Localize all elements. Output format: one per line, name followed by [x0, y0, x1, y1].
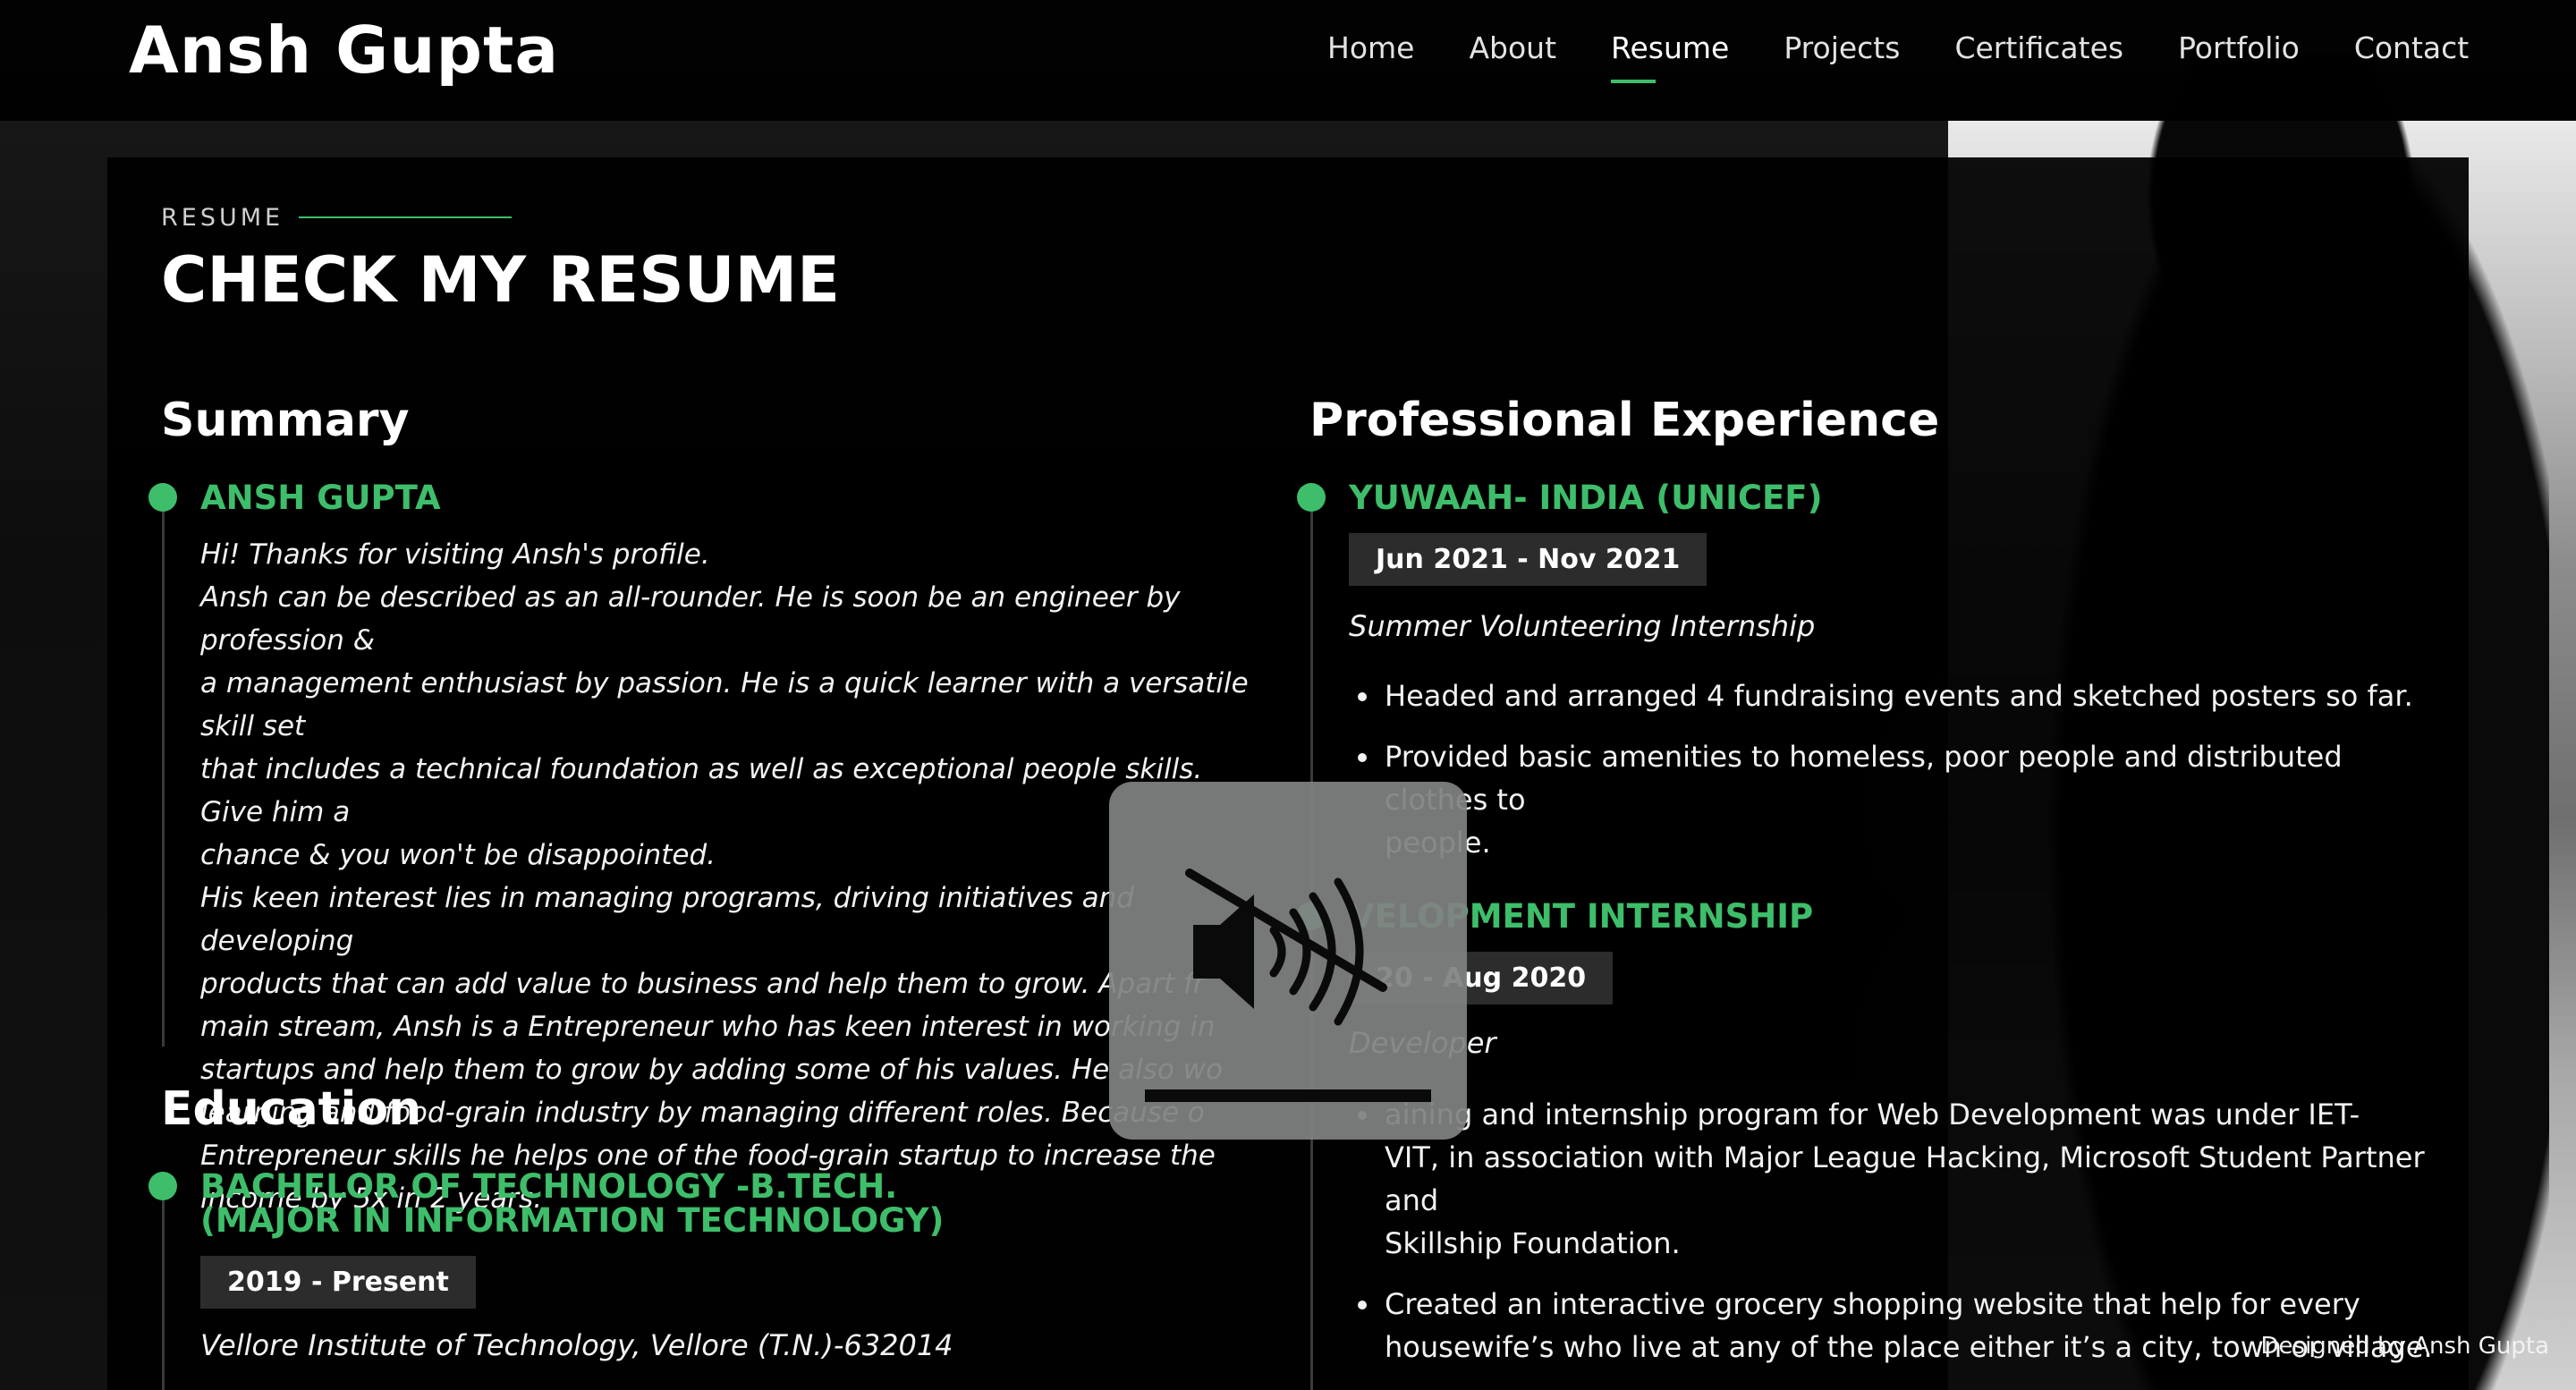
education-date-badge: 2019 - Present [200, 1256, 476, 1309]
experience-date-badge: Jun 2021 - Nov 2021 [1349, 533, 1707, 586]
experience-title: YUWAAH- INDIA (UNICEF) [1349, 479, 1823, 517]
nav-contact[interactable]: Contact [2354, 30, 2469, 65]
education-timeline [162, 1186, 165, 1390]
bullet-item: Provided basic amenities to homeless, po… [1358, 735, 2449, 864]
bullet-line: Provided basic amenities to homeless, po… [1385, 740, 2343, 817]
summary-line: Ansh can be described as an all-rounder.… [200, 581, 1181, 657]
summary-line: Hi! Thanks for visiting Ansh's profile. [200, 538, 710, 571]
nav-portfolio[interactable]: Portfolio [2178, 30, 2300, 65]
main-nav: Home About Resume Projects Certificates … [1327, 30, 2523, 83]
experience-role: Summer Volunteering Internship [1349, 609, 1816, 643]
education-institution: Vellore Institute of Technology, Vellore… [200, 1328, 953, 1362]
eyebrow-divider [299, 216, 512, 218]
nav-about[interactable]: About [1469, 30, 1556, 65]
education-heading: Education [161, 1082, 422, 1136]
bullet-item: aining and internship program for Web De… [1358, 1093, 2467, 1265]
site-header: Ansh Gupta Home About Resume Projects Ce… [0, 0, 2576, 121]
summary-name: ANSH GUPTA [200, 479, 441, 517]
site-logo[interactable]: Ansh Gupta [129, 13, 559, 88]
volume-level-bar [1145, 1089, 1431, 1102]
summary-timeline [162, 497, 165, 1047]
bullet-item: Headed and arranged 4 fundraising events… [1358, 674, 2449, 717]
bullet-line: Skillship Foundation. [1385, 1226, 1681, 1260]
nav-resume[interactable]: Resume [1611, 30, 1729, 83]
bullet-line: VIT, in association with Major League Ha… [1385, 1140, 2425, 1217]
page-title: CHECK MY RESUME [161, 243, 840, 317]
bullet-line: Created an interactive grocery shopping … [1385, 1287, 2360, 1321]
speaker-muted-icon [1185, 869, 1387, 1026]
summary-heading: Summary [161, 394, 410, 447]
experience-heading: Professional Experience [1309, 394, 1940, 447]
education-degree-line: (MAJOR IN INFORMATION TECHNOLOGY) [200, 1201, 945, 1240]
volume-mute-overlay [1109, 782, 1467, 1140]
experience-dot [1297, 483, 1326, 512]
education-degree-line: BACHELOR OF TECHNOLOGY -B.TECH. [200, 1167, 898, 1206]
education-dot [148, 1172, 177, 1200]
bullet-line: aining and internship program for Web De… [1385, 1098, 2360, 1131]
section-eyebrow: RESUME [161, 204, 284, 232]
experience-bullets: Headed and arranged 4 fundraising events… [1358, 674, 2449, 864]
nav-projects[interactable]: Projects [1784, 30, 1900, 65]
education-degree: BACHELOR OF TECHNOLOGY -B.TECH. (MAJOR I… [200, 1170, 944, 1238]
summary-dot [148, 483, 177, 512]
nav-home[interactable]: Home [1327, 30, 1414, 65]
footer-credit: Designed by Ansh Gupta [2260, 1333, 2550, 1360]
summary-line: a management enthusiast by passion. He i… [200, 667, 1249, 742]
nav-certificates[interactable]: Certificates [1954, 30, 2123, 65]
